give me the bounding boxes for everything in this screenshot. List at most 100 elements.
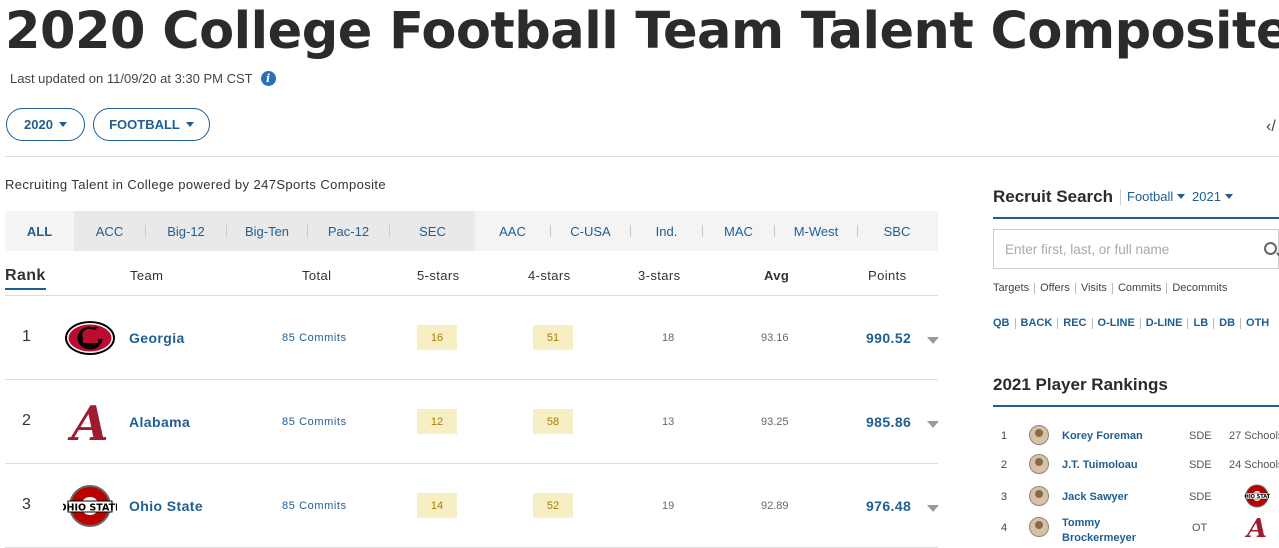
title-separator bbox=[1120, 189, 1121, 205]
rank-number: 1 bbox=[22, 328, 31, 345]
tab-pac-12[interactable]: Pac-12 bbox=[308, 211, 389, 251]
sport-select[interactable]: Football bbox=[1127, 189, 1186, 204]
chevron-left-icon[interactable]: ‹/ bbox=[1266, 118, 1276, 136]
player-rank: 4 bbox=[1001, 522, 1008, 534]
pos-oth[interactable]: OTH bbox=[1246, 317, 1269, 329]
player-rank: 1 bbox=[1001, 430, 1008, 442]
ohio-state-logo: OHIO STATE bbox=[63, 485, 117, 527]
chevron-down-icon bbox=[1177, 194, 1186, 199]
commits-link[interactable]: 85 Commits bbox=[282, 416, 347, 428]
player-avatar bbox=[1029, 486, 1049, 506]
player-name[interactable]: Tommy Brockermeyer bbox=[1062, 516, 1142, 546]
player-row[interactable]: 2 J.T. Tuimoloau SDE 24 Schools bbox=[993, 451, 1279, 479]
player-schools[interactable]: 27 Schools bbox=[1229, 430, 1279, 442]
recruit-search-input[interactable] bbox=[1005, 241, 1255, 257]
svg-text:A: A bbox=[1244, 514, 1267, 540]
pos-db[interactable]: DB bbox=[1219, 317, 1235, 329]
player-avatar bbox=[1029, 454, 1049, 474]
pos-back[interactable]: BACK bbox=[1021, 317, 1053, 329]
three-star-count: 13 bbox=[662, 416, 675, 428]
recruit-links: Targets Offers Visits Commits Decommits bbox=[993, 282, 1227, 294]
link-decommits[interactable]: Decommits bbox=[1172, 282, 1227, 294]
ohio-state-mini-logo: OHIO STATE bbox=[1244, 484, 1270, 508]
player-avatar bbox=[1029, 425, 1049, 445]
pos-rec[interactable]: REC bbox=[1063, 317, 1086, 329]
tab-big-12[interactable]: Big-12 bbox=[146, 211, 226, 251]
year-dropdown[interactable]: 2020 bbox=[6, 108, 85, 141]
avg-rating: 92.89 bbox=[761, 500, 789, 512]
sport-dropdown-label: FOOTBALL bbox=[109, 117, 180, 132]
header-total[interactable]: Total bbox=[302, 268, 331, 283]
player-name[interactable]: Jack Sawyer bbox=[1062, 490, 1128, 505]
pos-o-line[interactable]: O-LINE bbox=[1098, 317, 1135, 329]
pos-d-line[interactable]: D-LINE bbox=[1146, 317, 1183, 329]
header-avg[interactable]: Avg bbox=[764, 268, 789, 283]
tab-c-usa[interactable]: C-USA bbox=[551, 211, 630, 251]
team-link[interactable]: Alabama bbox=[129, 414, 190, 430]
player-position: SDE bbox=[1189, 430, 1212, 442]
pos-lb[interactable]: LB bbox=[1193, 317, 1208, 329]
svg-text:OHIO STATE: OHIO STATE bbox=[1244, 494, 1270, 500]
link-visits[interactable]: Visits bbox=[1081, 282, 1107, 294]
chevron-down-icon bbox=[185, 122, 194, 127]
team-link[interactable]: Georgia bbox=[129, 330, 185, 346]
subtitle: Recruiting Talent in College powered by … bbox=[5, 177, 387, 192]
tab-all[interactable]: ALL bbox=[5, 211, 74, 251]
four-star-count: 58 bbox=[533, 409, 573, 434]
expand-caret-icon[interactable] bbox=[927, 337, 939, 344]
tab-acc[interactable]: ACC bbox=[74, 211, 145, 251]
player-schools[interactable]: 24 Schools bbox=[1229, 459, 1279, 471]
five-star-count: 12 bbox=[417, 409, 457, 434]
info-icon[interactable]: i bbox=[260, 71, 276, 86]
chevron-down-icon bbox=[58, 122, 67, 127]
header-points[interactable]: Points bbox=[868, 268, 907, 283]
tab-m-west[interactable]: M-West bbox=[775, 211, 857, 251]
alabama-logo: A bbox=[67, 400, 108, 444]
tab-sbc[interactable]: SBC bbox=[858, 211, 936, 251]
tab-ind[interactable]: Ind. bbox=[631, 211, 702, 251]
commits-link[interactable]: 85 Commits bbox=[282, 332, 347, 344]
commits-link[interactable]: 85 Commits bbox=[282, 500, 347, 512]
header-4-stars[interactable]: 4-stars bbox=[528, 268, 571, 283]
tab-mac[interactable]: MAC bbox=[703, 211, 774, 251]
header-team: Team bbox=[130, 268, 164, 283]
avg-rating: 93.25 bbox=[761, 416, 789, 428]
search-icon[interactable] bbox=[1264, 242, 1277, 255]
pos-qb[interactable]: QB bbox=[993, 317, 1010, 329]
link-offers[interactable]: Offers bbox=[1040, 282, 1070, 294]
header-3-stars[interactable]: 3-stars bbox=[638, 268, 681, 283]
five-star-count: 14 bbox=[417, 493, 457, 518]
tab-aac[interactable]: AAC bbox=[475, 211, 550, 251]
points-value: 990.52 bbox=[866, 330, 912, 346]
player-row[interactable]: 1 Korey Foreman SDE 27 Schools bbox=[993, 422, 1279, 450]
link-commits[interactable]: Commits bbox=[1118, 282, 1161, 294]
tab-sec[interactable]: SEC bbox=[390, 211, 475, 251]
player-rankings-title: 2021 Player Rankings bbox=[993, 375, 1168, 394]
player-rank: 3 bbox=[1001, 491, 1008, 503]
header-5-stars[interactable]: 5-stars bbox=[417, 268, 460, 283]
rank-number: 2 bbox=[22, 412, 31, 429]
chevron-down-icon bbox=[1224, 194, 1233, 199]
player-name[interactable]: J.T. Tuimoloau bbox=[1062, 458, 1138, 473]
last-updated-text: Last updated on 11/09/20 at 3:30 PM CST bbox=[10, 71, 253, 86]
points-value: 985.86 bbox=[866, 414, 912, 430]
three-star-count: 19 bbox=[662, 500, 675, 512]
year-select[interactable]: 2021 bbox=[1192, 189, 1233, 204]
player-row[interactable]: 4 Tommy Brockermeyer OT A bbox=[993, 514, 1279, 544]
expand-caret-icon[interactable] bbox=[927, 421, 939, 428]
table-row[interactable]: 1 Georgia 85 Commits 16 51 18 93.16 990.… bbox=[5, 296, 939, 380]
tab-big-ten[interactable]: Big-Ten bbox=[227, 211, 307, 251]
conference-tabs: ALL ACC Big-12 Big-Ten Pac-12 SEC AAC C-… bbox=[5, 211, 938, 251]
expand-caret-icon[interactable] bbox=[927, 505, 939, 512]
svg-text:OHIO STATE: OHIO STATE bbox=[63, 503, 117, 514]
header-rank[interactable]: Rank bbox=[5, 267, 46, 290]
divider bbox=[5, 156, 1279, 157]
table-row[interactable]: 3 OHIO STATE Ohio State 85 Commits 14 52… bbox=[5, 464, 939, 548]
player-row[interactable]: 3 Jack Sawyer SDE OHIO STATE bbox=[993, 483, 1279, 511]
four-star-count: 51 bbox=[533, 325, 573, 350]
sport-dropdown[interactable]: FOOTBALL bbox=[93, 108, 210, 141]
team-link[interactable]: Ohio State bbox=[129, 498, 203, 514]
player-name[interactable]: Korey Foreman bbox=[1062, 429, 1143, 444]
link-targets[interactable]: Targets bbox=[993, 282, 1029, 294]
table-row[interactable]: 2 A Alabama 85 Commits 12 58 13 93.25 98… bbox=[5, 380, 939, 464]
